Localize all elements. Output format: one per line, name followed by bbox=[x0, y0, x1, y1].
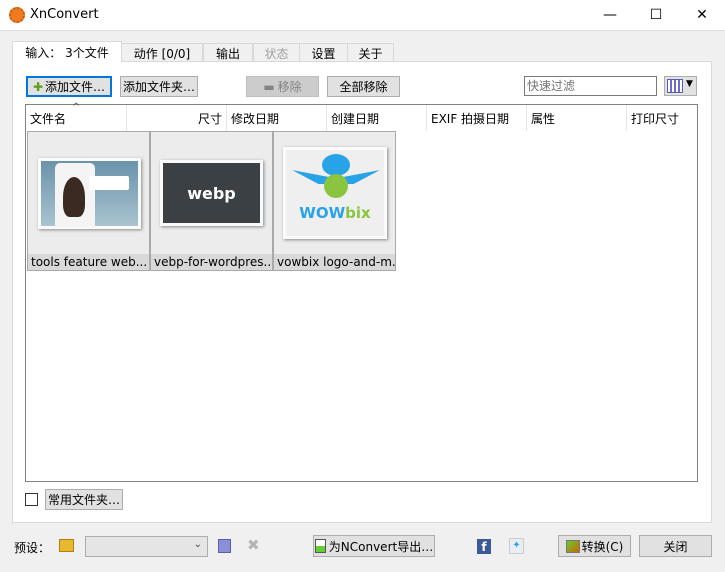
plus-icon: ✚ bbox=[32, 79, 44, 94]
favorites-checkbox[interactable] bbox=[25, 493, 38, 506]
remove-button[interactable]: ▬ 移除 bbox=[246, 76, 319, 97]
file-item[interactable]: tools feature web... bbox=[27, 131, 150, 271]
minus-icon: ▬ bbox=[263, 79, 275, 94]
file-thumbnail bbox=[38, 158, 141, 229]
column-header-size[interactable]: 尺寸 bbox=[127, 105, 227, 131]
minimize-button[interactable]: — bbox=[587, 0, 633, 30]
chevron-down-icon: ⌄ bbox=[193, 539, 202, 550]
file-name: vebp-for-wordpres... bbox=[151, 254, 272, 270]
close-window-button[interactable]: ✕ bbox=[679, 0, 725, 30]
quick-filter-input[interactable] bbox=[524, 76, 657, 96]
twitter-icon[interactable]: ✦ bbox=[509, 538, 524, 554]
column-header-print-size[interactable]: 打印尺寸 bbox=[627, 105, 698, 131]
load-preset-folder-icon[interactable] bbox=[59, 539, 74, 552]
view-mode-button[interactable]: ▼ bbox=[664, 76, 697, 96]
delete-preset-icon[interactable]: ✖ bbox=[247, 536, 260, 554]
tab-actions[interactable]: 动作 [0/0] bbox=[121, 43, 203, 62]
favorite-folders-button[interactable]: 常用文件夹… bbox=[45, 489, 123, 510]
convert-icon bbox=[565, 539, 580, 553]
file-name: tools feature web... bbox=[28, 254, 149, 270]
window-title: XnConvert bbox=[30, 7, 99, 22]
grid-view-icon bbox=[667, 79, 683, 93]
tab-input[interactable]: 输入： 3个文件 bbox=[12, 41, 122, 62]
remove-all-button[interactable]: 全部移除 bbox=[327, 76, 400, 97]
file-item[interactable]: webp vebp-for-wordpres... bbox=[150, 131, 273, 271]
file-thumbnail: webp bbox=[160, 160, 263, 226]
tab-about[interactable]: 关于 bbox=[347, 43, 394, 62]
export-nconvert-button[interactable]: 为NConvert导出… bbox=[313, 535, 435, 557]
convert-button[interactable]: 转换(C) bbox=[558, 535, 631, 557]
add-files-button[interactable]: ✚ 添加文件… bbox=[26, 76, 112, 97]
close-button[interactable]: 关闭 bbox=[639, 535, 712, 557]
chevron-down-icon: ▼ bbox=[686, 79, 693, 89]
file-name: vowbix logo-and-m... bbox=[274, 254, 395, 270]
tab-output[interactable]: 输出 bbox=[203, 43, 253, 62]
column-header-exif-date[interactable]: EXIF 拍摄日期 bbox=[427, 105, 527, 131]
column-header-modified[interactable]: 修改日期 bbox=[227, 105, 327, 131]
preset-label: 预设： bbox=[14, 541, 51, 555]
tab-settings[interactable]: 设置 bbox=[299, 43, 348, 62]
file-list[interactable]: ^ 文件名 尺寸 修改日期 创建日期 EXIF 拍摄日期 属性 打印尺寸 too… bbox=[25, 102, 698, 482]
file-item[interactable]: WOWbix vowbix logo-and-m... bbox=[273, 131, 396, 271]
title-bar: XnConvert — ☐ ✕ bbox=[0, 0, 725, 31]
file-thumbnail: WOWbix bbox=[283, 147, 387, 239]
export-icon bbox=[314, 539, 326, 553]
column-header-filename[interactable]: 文件名 bbox=[26, 105, 127, 131]
add-folder-button[interactable]: 添加文件夹… bbox=[120, 76, 198, 97]
column-header-attributes[interactable]: 属性 bbox=[527, 105, 627, 131]
column-header-created[interactable]: 创建日期 bbox=[327, 105, 427, 131]
maximize-button[interactable]: ☐ bbox=[633, 0, 679, 30]
app-logo-icon bbox=[9, 7, 25, 23]
facebook-icon[interactable]: f bbox=[477, 539, 491, 554]
tab-status[interactable]: 状态 bbox=[253, 43, 300, 62]
preset-select[interactable]: ⌄ bbox=[85, 536, 208, 557]
save-preset-icon[interactable] bbox=[218, 539, 231, 553]
